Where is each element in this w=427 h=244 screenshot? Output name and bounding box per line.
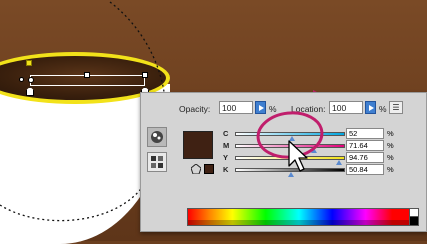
black-swatch[interactable] bbox=[409, 216, 419, 226]
black-unit: % bbox=[387, 165, 394, 174]
yellow-slider-track[interactable] bbox=[235, 156, 345, 160]
gradient-panel: Opacity: 100 % Location: 100 % ☰ C 52 % … bbox=[140, 92, 427, 232]
magenta-row: M 71.64 % bbox=[223, 140, 423, 153]
color-wheel-icon[interactable] bbox=[147, 127, 167, 147]
origin-handle[interactable] bbox=[19, 77, 24, 82]
yellow-value-field[interactable]: 94.76 bbox=[346, 152, 384, 163]
color-spectrum-bar[interactable] bbox=[187, 208, 411, 226]
opacity-label: Opacity: bbox=[179, 104, 211, 114]
yellow-row: Y 94.76 % bbox=[223, 152, 423, 165]
magenta-slider-track[interactable] bbox=[235, 144, 345, 148]
menu-icon[interactable]: ☰ bbox=[389, 101, 403, 114]
panel-tool-buttons bbox=[147, 127, 171, 177]
yellow-unit: % bbox=[387, 153, 394, 162]
selected-color-swatch[interactable] bbox=[183, 131, 213, 159]
cyan-value-field[interactable]: 52 bbox=[346, 128, 384, 139]
magenta-value-field[interactable]: 71.64 bbox=[346, 140, 384, 151]
cyan-unit: % bbox=[387, 129, 394, 138]
opacity-dropdown-button[interactable] bbox=[255, 101, 266, 114]
corner-handle[interactable] bbox=[142, 72, 148, 78]
location-dropdown-button[interactable] bbox=[365, 101, 376, 114]
yellow-anchor-handle[interactable] bbox=[26, 60, 32, 66]
cmyk-sliders: C 52 % M 71.64 % Y 94.76 % K 50.84 % bbox=[223, 128, 423, 177]
black-label: K bbox=[223, 165, 229, 174]
black-slider-thumb[interactable] bbox=[287, 172, 294, 177]
cyan-row: C 52 % bbox=[223, 128, 423, 141]
magenta-label: M bbox=[223, 141, 230, 150]
location-label: Location: bbox=[291, 104, 326, 114]
start-point-handle[interactable] bbox=[28, 77, 34, 83]
cyan-label: C bbox=[223, 129, 229, 138]
black-row: K 50.84 % bbox=[223, 164, 423, 177]
location-field[interactable]: 100 bbox=[329, 101, 363, 114]
midpoint-handle[interactable] bbox=[84, 72, 90, 78]
gamut-swatch[interactable] bbox=[204, 164, 214, 174]
out-of-gamut-row bbox=[191, 164, 214, 174]
swatches-icon[interactable] bbox=[147, 152, 167, 172]
location-percent: % bbox=[379, 104, 387, 114]
out-of-gamut-icon[interactable] bbox=[191, 164, 201, 174]
magenta-unit: % bbox=[387, 141, 394, 150]
opacity-field[interactable]: 100 bbox=[219, 101, 253, 114]
black-value-field[interactable]: 50.84 bbox=[346, 164, 384, 175]
yellow-label: Y bbox=[223, 153, 229, 162]
opacity-percent: % bbox=[269, 104, 277, 114]
